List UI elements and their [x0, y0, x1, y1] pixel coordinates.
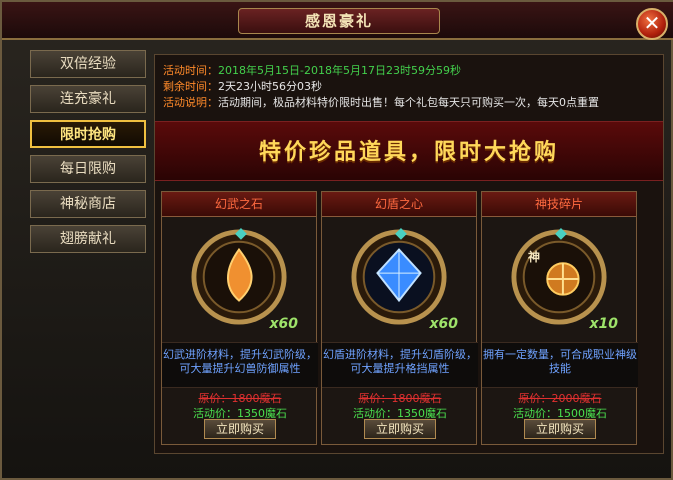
item-card: 神技碎片 神 x10 拥有一定数量，可合成职业神级技能 原价：2000魔石 活动…: [481, 191, 638, 445]
sidebar-item-recharge-gift[interactable]: 连充豪礼: [30, 85, 146, 113]
remain-value: 2天23小时56分03秒: [218, 80, 322, 93]
sidebar-item-wing-gift[interactable]: 翅膀献礼: [30, 225, 146, 253]
sidebar-item-double-exp[interactable]: 双倍经验: [30, 50, 146, 78]
fire-gem-icon[interactable]: [190, 228, 288, 326]
buy-now-button[interactable]: 立即购买: [204, 419, 276, 439]
sidebar-item-daily-limit[interactable]: 每日限购: [30, 155, 146, 183]
event-info: 活动时间：2018年5月15日-2018年5月17日23时59分59秒 剩余时间…: [163, 63, 653, 111]
close-icon[interactable]: ✕: [636, 8, 668, 40]
item-card: 幻盾之心 x60 幻盾进阶材料，提升幻盾阶级，可大量提升格挡属性 原价：1800…: [321, 191, 478, 445]
item-quantity: x60: [269, 316, 298, 332]
item-description: 拥有一定数量，可合成职业神级技能: [482, 342, 638, 388]
item-description: 幻盾进阶材料，提升幻盾阶级，可大量提升格挡属性: [322, 342, 478, 388]
remain-label: 剩余时间：: [163, 80, 218, 93]
desc-value: 活动期间，极品材料特价限时出售！每个礼包每天只可购买一次，每天0点重置: [218, 96, 599, 109]
item-card: 幻武之石 x60 幻武进阶材料，提升幻武阶级，可大量提升幻兽防御属性 原价：18…: [161, 191, 318, 445]
sidebar-item-flash-sale[interactable]: 限时抢购: [30, 120, 146, 148]
sidebar-item-mystery-shop[interactable]: 神秘商店: [30, 190, 146, 218]
item-quantity: x60: [429, 316, 458, 332]
banner-text: 特价珍品道具，限时大抢购: [258, 140, 559, 165]
item-quantity: x10: [589, 316, 618, 332]
original-price: 原价：1800魔石: [358, 392, 442, 405]
buy-now-button[interactable]: 立即购买: [364, 419, 436, 439]
time-label: 活动时间：: [163, 64, 218, 77]
window-title: 感恩豪礼: [238, 8, 440, 34]
item-name: 神技碎片: [482, 192, 636, 217]
divine-badge: 神: [528, 250, 541, 264]
original-price: 原价：1800魔石: [198, 392, 282, 405]
original-price: 原价：2000魔石: [518, 392, 602, 405]
event-window: 感恩豪礼 ✕ 双倍经验 连充豪礼 限时抢购 每日限购 神秘商店 翅膀献礼 活动时…: [0, 0, 673, 480]
item-name: 幻武之石: [162, 192, 316, 217]
buy-now-button[interactable]: 立即购买: [524, 419, 596, 439]
item-description: 幻武进阶材料，提升幻武阶级，可大量提升幻兽防御属性: [162, 342, 318, 388]
desc-label: 活动说明：: [163, 96, 218, 109]
main-panel: 活动时间：2018年5月15日-2018年5月17日23时59分59秒 剩余时间…: [154, 54, 664, 454]
divine-shard-icon[interactable]: [510, 228, 608, 326]
title-bar: 感恩豪礼 ✕: [2, 2, 673, 40]
sidebar: 双倍经验 连充豪礼 限时抢购 每日限购 神秘商店 翅膀献礼: [30, 50, 150, 260]
sale-banner: 特价珍品道具，限时大抢购: [155, 121, 663, 181]
blue-crystal-icon[interactable]: [350, 228, 448, 326]
time-value: 2018年5月15日-2018年5月17日23时59分59秒: [218, 64, 461, 77]
item-name: 幻盾之心: [322, 192, 476, 217]
